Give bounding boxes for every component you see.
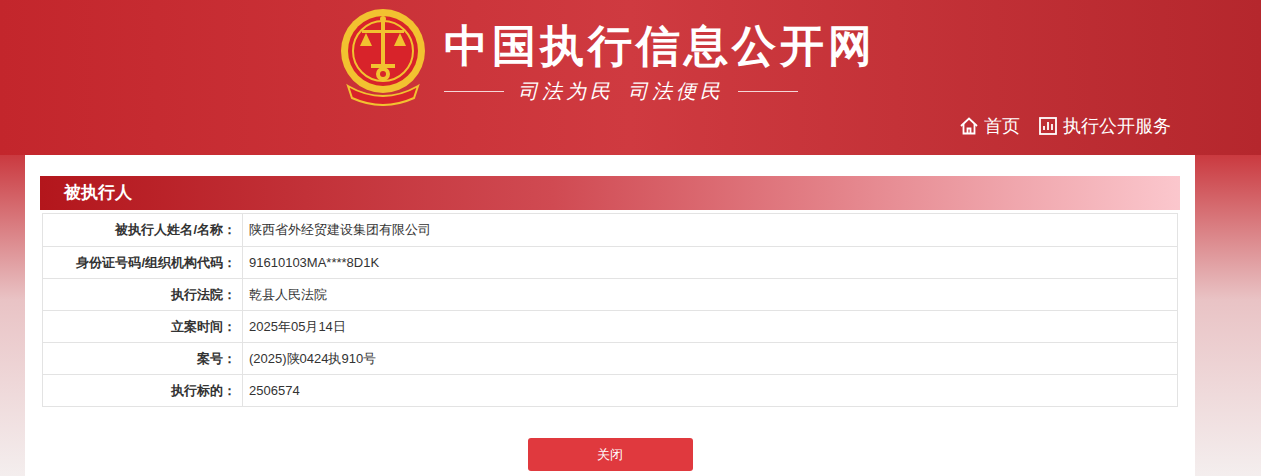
row-value: 乾县人民法院: [243, 279, 327, 310]
table-row: 被执行人姓名/名称：陕西省外经贸建设集团有限公司: [43, 214, 1177, 246]
row-label: 执行法院：: [43, 279, 243, 310]
site-title: 中国执行信息公开网: [444, 20, 876, 72]
court-emblem-icon: [338, 6, 428, 106]
header: 中国执行信息公开网司法为民司法便民首页执行公开服务: [0, 0, 1261, 155]
table-row: 案号：(2025)陕0424执910号: [43, 342, 1177, 374]
close-button[interactable]: 关闭: [528, 438, 693, 471]
nav-item[interactable]: 首页: [959, 114, 1020, 138]
table-row: 执行标的：2506574: [43, 374, 1177, 406]
row-value: 陕西省外经贸建设集团有限公司: [243, 214, 431, 246]
slogan-text: 司法便民: [628, 76, 724, 106]
row-label: 案号：: [43, 343, 243, 374]
row-value: 2025年05月14日: [243, 311, 346, 342]
slogan-text: 司法为民: [518, 76, 614, 106]
home-icon: [959, 116, 979, 136]
row-value: 91610103MA****8D1K: [243, 247, 379, 278]
chart-icon: [1038, 116, 1058, 136]
section-header: 被执行人: [40, 176, 1180, 210]
table-row: 执行法院：乾县人民法院: [43, 278, 1177, 310]
row-label: 执行标的：: [43, 375, 243, 406]
row-value: 2506574: [243, 375, 300, 406]
row-label: 身份证号码/组织机构代码：: [43, 247, 243, 278]
table-row: 立案时间：2025年05月14日: [43, 310, 1177, 342]
content-panel: 被执行人被执行人姓名/名称：陕西省外经贸建设集团有限公司身份证号码/组织机构代码…: [25, 155, 1195, 476]
page: 中国执行信息公开网司法为民司法便民首页执行公开服务被执行人被执行人姓名/名称：陕…: [0, 0, 1261, 476]
slogan: 司法为民司法便民: [444, 76, 876, 106]
row-label: 被执行人姓名/名称：: [43, 214, 243, 246]
table-row: 身份证号码/组织机构代码：91610103MA****8D1K: [43, 246, 1177, 278]
row-value: (2025)陕0424执910号: [243, 343, 376, 374]
row-label: 立案时间：: [43, 311, 243, 342]
nav-item[interactable]: 执行公开服务: [1038, 114, 1171, 138]
info-table: 被执行人姓名/名称：陕西省外经贸建设集团有限公司身份证号码/组织机构代码：916…: [42, 213, 1178, 407]
